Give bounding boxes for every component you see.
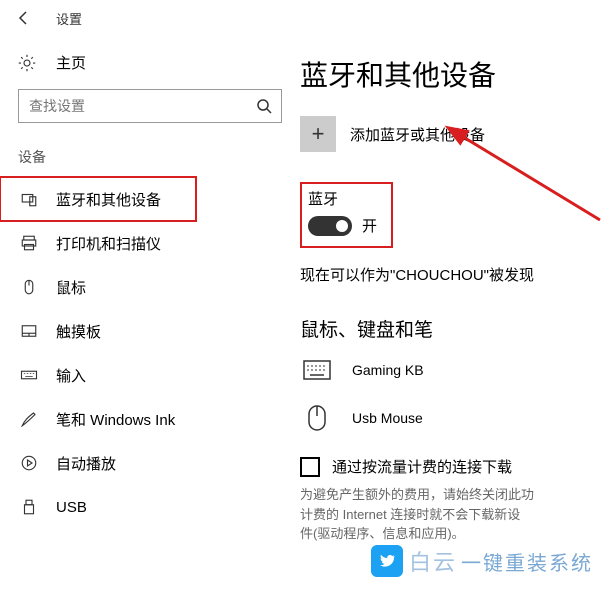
metered-description: 为避免产生额外的费用，请始终关闭此功 计费的 Internet 连接时就不会下载… <box>300 485 611 544</box>
search-input[interactable] <box>18 89 282 123</box>
mouse-icon <box>300 404 334 432</box>
keyboard-icon <box>300 360 334 380</box>
add-device-button[interactable]: + 添加蓝牙或其他设备 <box>300 116 611 152</box>
pen-icon <box>18 410 40 428</box>
page-title: 蓝牙和其他设备 <box>300 54 611 94</box>
gear-icon <box>18 54 40 72</box>
sidebar-item-label: 打印机和扫描仪 <box>56 233 161 254</box>
device-name: Usb Mouse <box>352 410 423 426</box>
add-device-label: 添加蓝牙或其他设备 <box>350 124 485 145</box>
watermark: 白云 一键重装系统 <box>371 545 593 577</box>
sidebar: 主页 设备 蓝牙和其他设备 打印机和扫描仪 鼠标 <box>0 36 300 593</box>
sidebar-item-printers[interactable]: 打印机和扫描仪 <box>0 221 300 265</box>
sidebar-item-typing[interactable]: 输入 <box>0 353 300 397</box>
discoverable-text: 现在可以作为"CHOUCHOU"被发现 <box>300 264 611 285</box>
device-item-mouse[interactable]: Usb Mouse <box>300 404 611 432</box>
keyboard-icon <box>18 366 40 384</box>
device-name: Gaming KB <box>352 362 424 378</box>
section-header: 设备 <box>0 147 300 177</box>
plus-icon: + <box>300 116 336 152</box>
search-icon <box>256 98 272 114</box>
bird-icon <box>371 545 403 577</box>
sidebar-item-label: 自动播放 <box>56 453 116 474</box>
toggle-state: 开 <box>362 215 377 236</box>
sidebar-item-usb[interactable]: USB <box>0 485 300 529</box>
sidebar-item-mouse[interactable]: 鼠标 <box>0 265 300 309</box>
sidebar-item-label: USB <box>56 499 87 516</box>
sidebar-item-autoplay[interactable]: 自动播放 <box>0 441 300 485</box>
bluetooth-label: 蓝牙 <box>308 188 377 209</box>
app-title: 设置 <box>56 9 82 28</box>
sidebar-item-label: 鼠标 <box>56 277 86 298</box>
devices-icon <box>18 190 40 208</box>
touchpad-icon <box>18 322 40 340</box>
sidebar-item-bluetooth[interactable]: 蓝牙和其他设备 <box>0 177 196 221</box>
usb-icon <box>18 498 40 516</box>
autoplay-icon <box>18 454 40 472</box>
sidebar-item-label: 触摸板 <box>56 321 101 342</box>
peripherals-title: 鼠标、键盘和笔 <box>300 315 611 342</box>
home-label: 主页 <box>56 52 86 73</box>
metered-label: 通过按流量计费的连接下载 <box>332 456 512 477</box>
printer-icon <box>18 234 40 252</box>
mouse-icon <box>18 278 40 296</box>
device-item-keyboard[interactable]: Gaming KB <box>300 360 611 380</box>
back-icon[interactable] <box>16 10 32 26</box>
sidebar-item-pen[interactable]: 笔和 Windows Ink <box>0 397 300 441</box>
main-content: 蓝牙和其他设备 + 添加蓝牙或其他设备 蓝牙 开 现在可以作为"CHOUCHOU… <box>300 36 611 593</box>
sidebar-item-label: 蓝牙和其他设备 <box>56 189 161 210</box>
sidebar-item-label: 笔和 Windows Ink <box>56 409 175 430</box>
sidebar-item-touchpad[interactable]: 触摸板 <box>0 309 300 353</box>
sidebar-item-label: 输入 <box>56 365 86 386</box>
metered-checkbox[interactable] <box>300 457 320 477</box>
bluetooth-toggle[interactable] <box>308 216 352 236</box>
home-button[interactable]: 主页 <box>0 44 300 89</box>
